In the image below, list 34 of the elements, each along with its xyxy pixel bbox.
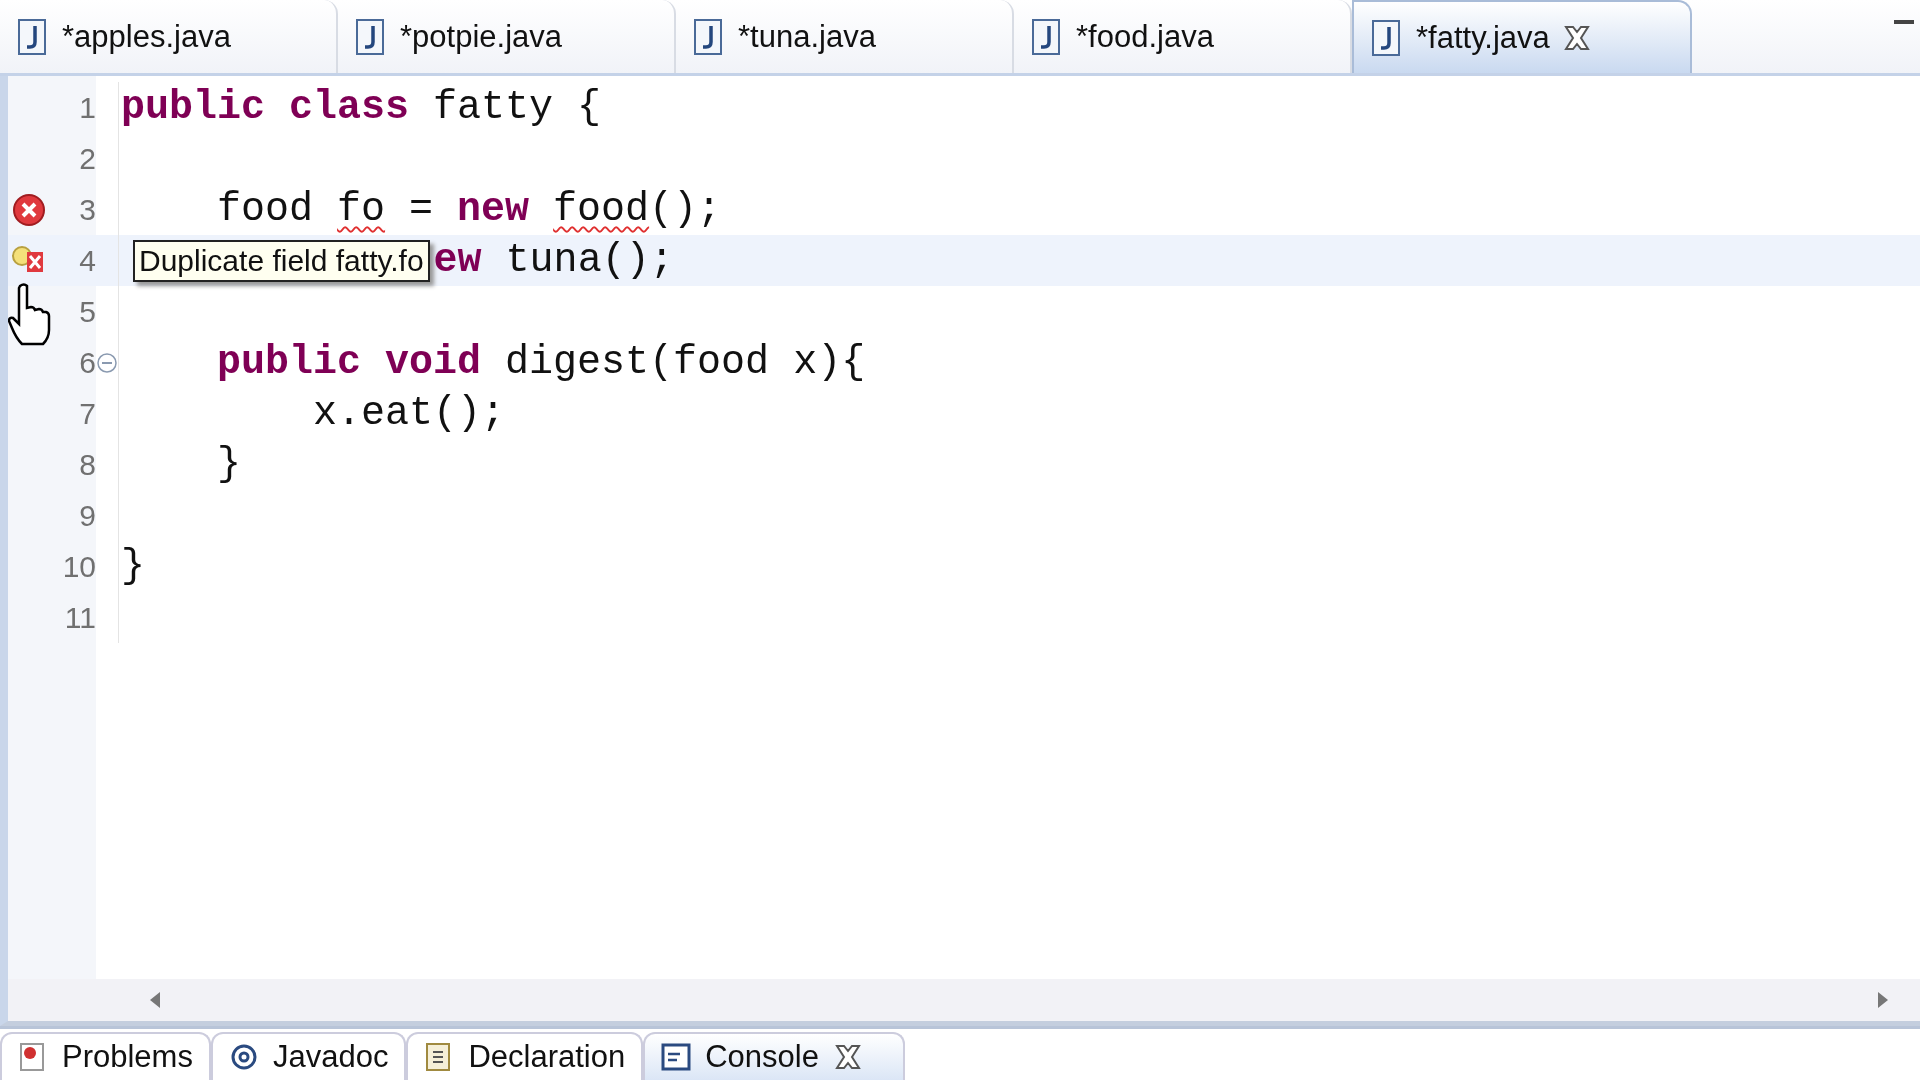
editor-tab[interactable]: *potpie.java [338,0,676,73]
code-line: ew tuna(); [433,238,674,283]
line-number: 2 [79,141,96,176]
code-line: food fo = new food(); [216,187,722,232]
code-line: } [121,544,145,589]
view-tab[interactable]: Javadoc [210,1032,407,1080]
line-number: 10 [62,549,96,584]
line-number: 3 [79,192,96,227]
line-number: 9 [79,498,96,533]
code-line: public void digest(food x){ [216,340,866,385]
editor-tab[interactable]: *tuna.java [676,0,1014,73]
view-tab[interactable]: Declaration [406,1032,644,1080]
hand-cursor-icon [8,282,52,346]
view-tab[interactable]: Console [643,1032,905,1080]
line-number: 11 [64,600,96,635]
collapse-icon[interactable] [96,351,118,374]
code-line: } [216,442,242,487]
view-tab[interactable]: Problems [0,1032,211,1080]
console-icon [661,1042,692,1072]
line-number: 8 [79,447,96,482]
scroll-right-icon[interactable] [1876,990,1890,1010]
error-tooltip: Duplicate field fatty.fo [133,239,430,282]
line-number: 4 [79,243,96,278]
line-number: 7 [79,396,96,431]
line-number: 1 [79,90,96,125]
code-line: public class fatty { [121,85,602,130]
scroll-left-icon[interactable] [148,990,162,1010]
editor-tab[interactable]: *fatty.java [1352,0,1692,73]
editor-tab[interactable]: *apples.java [0,0,338,73]
line-number: 6 [79,345,96,380]
horizontal-scrollbar[interactable] [8,979,1920,1021]
close-icon[interactable] [832,1042,863,1072]
line-number: 5 [79,294,96,329]
code-line: x.eat(); [312,391,506,436]
